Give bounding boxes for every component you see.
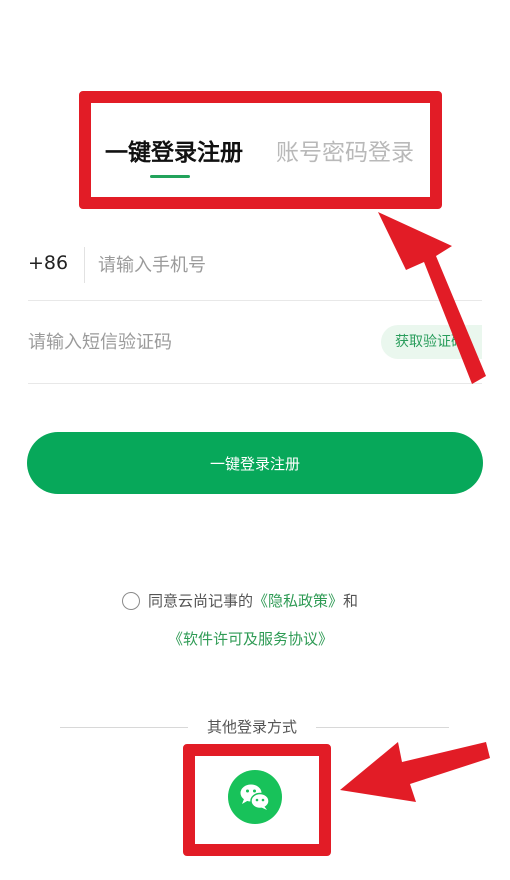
- phone-input[interactable]: [98, 252, 468, 278]
- get-code-button[interactable]: 获取验证码: [381, 325, 482, 359]
- other-login-label: 其他登录方式: [207, 718, 298, 736]
- privacy-policy-link[interactable]: 《隐私政策》: [253, 592, 343, 610]
- agreement-prefix: 同意云尚记事的: [148, 592, 254, 610]
- sms-code-input[interactable]: [28, 329, 368, 355]
- one-click-login-button[interactable]: 一键登录注册: [27, 432, 483, 494]
- agreement-connector: 和: [343, 592, 359, 610]
- active-tab-indicator: [150, 175, 190, 178]
- wechat-icon: [240, 784, 270, 810]
- divider: [316, 727, 449, 728]
- sms-code-row: 获取验证码: [28, 300, 482, 384]
- tab-password-login[interactable]: 账号密码登录: [276, 138, 414, 168]
- tab-one-click-login[interactable]: 一键登录注册: [105, 138, 243, 168]
- divider: [60, 727, 188, 728]
- arrow-to-wechat-icon: [340, 742, 490, 802]
- phone-row: +86: [28, 230, 482, 301]
- agreement-line: 同意云尚记事的《隐私政策》和: [122, 590, 358, 611]
- divider: [84, 247, 85, 283]
- agree-radio[interactable]: [122, 592, 140, 610]
- agreement-line: 《软件许可及服务协议》: [168, 628, 333, 649]
- wechat-login-button[interactable]: [228, 770, 282, 824]
- other-login-title: 其他登录方式: [0, 716, 510, 740]
- login-mode-tabs: 一键登录注册 账号密码登录: [0, 120, 510, 190]
- license-agreement-link[interactable]: 《软件许可及服务协议》: [168, 630, 333, 648]
- country-code-selector[interactable]: +86: [28, 252, 68, 274]
